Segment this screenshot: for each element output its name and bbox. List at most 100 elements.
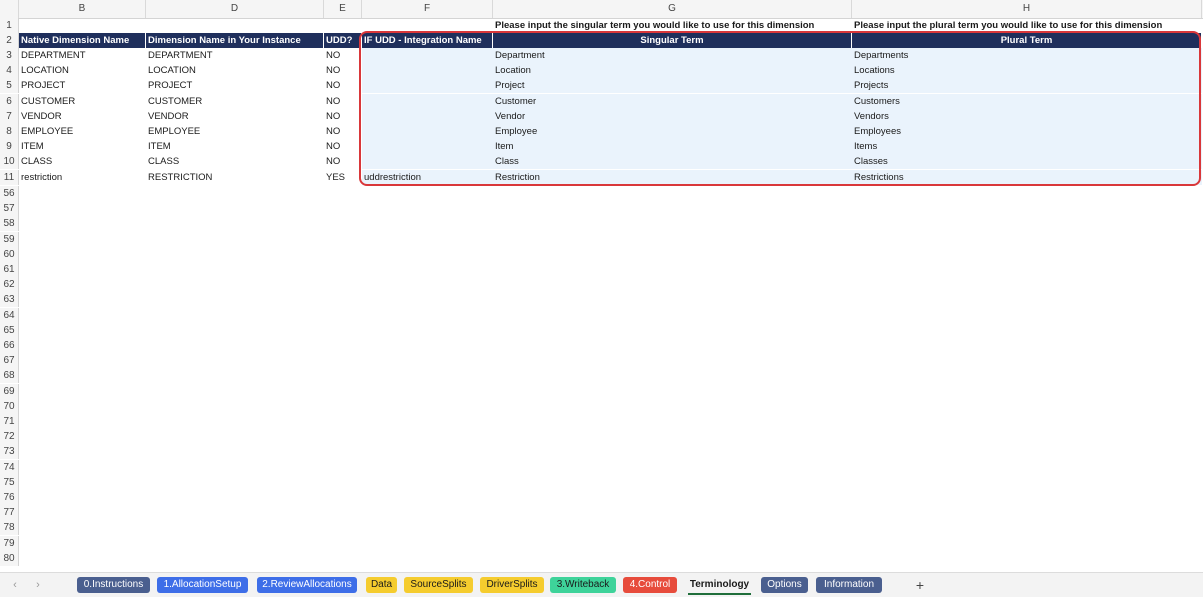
instance-name-cell[interactable]: RESTRICTION <box>146 170 324 185</box>
plural-term-cell[interactable]: Employees <box>852 124 1202 139</box>
sheet-tab[interactable]: 0.Instructions <box>77 577 150 593</box>
udd-cell[interactable]: NO <box>324 48 362 63</box>
row-number[interactable]: 66 <box>0 338 19 353</box>
instance-name-cell[interactable]: CLASS <box>146 154 324 169</box>
row-number[interactable]: 10 <box>0 154 19 170</box>
plural-term-cell[interactable]: Locations <box>852 63 1202 79</box>
row-number[interactable]: 80 <box>0 550 19 566</box>
column-header-f[interactable]: F <box>362 0 493 18</box>
native-dimension-cell[interactable]: CLASS <box>19 154 146 169</box>
row-number[interactable]: 9 <box>0 139 19 155</box>
row-number[interactable]: 74 <box>0 459 19 475</box>
sheet-tab[interactable]: Data <box>366 577 397 593</box>
add-sheet-icon[interactable]: + <box>913 577 927 593</box>
singular-term-cell[interactable]: Restriction <box>493 169 852 185</box>
sheet-tab[interactable]: 2.ReviewAllocations <box>257 577 357 593</box>
plural-term-cell[interactable]: Restrictions <box>852 169 1202 185</box>
plural-term-cell[interactable]: Customers <box>852 93 1202 109</box>
udd-cell[interactable]: NO <box>324 63 362 78</box>
row-number[interactable]: 69 <box>0 383 19 399</box>
row-number[interactable]: 2 <box>0 33 19 48</box>
cell[interactable] <box>362 18 493 33</box>
singular-term-cell[interactable]: Project <box>493 78 852 94</box>
singular-instruction-cell[interactable]: Please input the singular term you would… <box>493 18 852 33</box>
udd-cell[interactable]: NO <box>324 154 362 169</box>
singular-term-cell[interactable]: Department <box>493 48 852 63</box>
row-number[interactable]: 70 <box>0 398 19 414</box>
singular-term-cell[interactable]: Customer <box>493 93 852 109</box>
row-number[interactable]: 73 <box>0 444 19 460</box>
sheet-tab[interactable]: Options <box>761 577 808 593</box>
row-number[interactable]: 67 <box>0 353 19 369</box>
row-number[interactable]: 62 <box>0 277 19 293</box>
native-dimension-cell[interactable]: ITEM <box>19 139 146 154</box>
udd-cell[interactable]: NO <box>324 78 362 93</box>
row-number[interactable]: 8 <box>0 124 19 139</box>
integration-name-cell[interactable] <box>362 154 493 170</box>
header-udd[interactable]: UDD? <box>324 33 362 48</box>
udd-cell[interactable]: YES <box>324 170 362 185</box>
row-number[interactable]: 64 <box>0 307 19 323</box>
select-all-corner[interactable] <box>0 0 19 18</box>
row-number[interactable]: 58 <box>0 216 19 232</box>
row-number[interactable]: 1 <box>0 18 19 33</box>
plural-instruction-cell[interactable]: Please input the plural term you would l… <box>852 18 1202 33</box>
header-native-dimension[interactable]: Native Dimension Name <box>19 33 146 48</box>
row-number[interactable]: 75 <box>0 474 19 490</box>
column-header-h[interactable]: H <box>852 0 1202 18</box>
row-number[interactable]: 76 <box>0 490 19 505</box>
instance-name-cell[interactable]: DEPARTMENT <box>146 48 324 63</box>
sheet-tab[interactable]: Information <box>816 577 882 593</box>
sheet-tab[interactable]: 4.Control <box>623 577 677 593</box>
row-number[interactable]: 57 <box>0 201 19 217</box>
udd-cell[interactable]: NO <box>324 109 362 124</box>
sheet-tab[interactable]: 1.AllocationSetup <box>157 577 248 593</box>
row-number[interactable]: 7 <box>0 108 19 124</box>
header-integration-name[interactable]: IF UDD - Integration Name <box>362 33 493 48</box>
cell[interactable] <box>146 18 324 33</box>
row-number[interactable]: 56 <box>0 186 19 201</box>
row-number[interactable]: 63 <box>0 292 19 308</box>
row-number[interactable]: 5 <box>0 78 19 94</box>
column-header-b[interactable]: B <box>19 0 146 18</box>
singular-term-cell[interactable]: Location <box>493 63 852 79</box>
native-dimension-cell[interactable]: LOCATION <box>19 63 146 78</box>
row-number[interactable]: 6 <box>0 93 19 109</box>
plural-term-cell[interactable]: Departments <box>852 48 1202 63</box>
instance-name-cell[interactable]: VENDOR <box>146 109 324 124</box>
native-dimension-cell[interactable]: VENDOR <box>19 109 146 124</box>
singular-term-cell[interactable]: Class <box>493 154 852 170</box>
row-number[interactable]: 4 <box>0 63 19 79</box>
instance-name-cell[interactable]: ITEM <box>146 139 324 154</box>
integration-name-cell[interactable] <box>362 139 493 155</box>
plural-term-cell[interactable]: Projects <box>852 78 1202 94</box>
native-dimension-cell[interactable]: EMPLOYEE <box>19 124 146 139</box>
integration-name-cell[interactable] <box>362 48 493 63</box>
header-instance-name[interactable]: Dimension Name in Your Instance <box>146 33 324 48</box>
plural-term-cell[interactable]: Items <box>852 139 1202 155</box>
integration-name-cell[interactable] <box>362 124 493 139</box>
integration-name-cell[interactable]: uddrestriction <box>362 169 493 185</box>
scroll-tabs-left-icon[interactable]: ‹ <box>9 578 21 592</box>
column-header-g[interactable]: G <box>493 0 852 18</box>
instance-name-cell[interactable]: LOCATION <box>146 63 324 78</box>
instance-name-cell[interactable]: CUSTOMER <box>146 94 324 109</box>
udd-cell[interactable]: NO <box>324 94 362 109</box>
integration-name-cell[interactable] <box>362 78 493 94</box>
native-dimension-cell[interactable]: CUSTOMER <box>19 94 146 109</box>
sheet-tab[interactable]: SourceSplits <box>404 577 473 593</box>
column-header-d[interactable]: D <box>146 0 324 18</box>
integration-name-cell[interactable] <box>362 108 493 124</box>
row-number[interactable]: 77 <box>0 505 19 521</box>
singular-term-cell[interactable]: Employee <box>493 124 852 139</box>
udd-cell[interactable]: NO <box>324 124 362 139</box>
spreadsheet-grid[interactable]: B D E F G H 1 Please input the singular … <box>0 0 1203 572</box>
row-number[interactable]: 11 <box>0 169 19 185</box>
sheet-tab[interactable]: Terminology <box>686 577 753 595</box>
row-number[interactable]: 68 <box>0 368 19 384</box>
header-plural-term[interactable]: Plural Term <box>852 33 1202 48</box>
row-number[interactable]: 79 <box>0 535 19 551</box>
singular-term-cell[interactable]: Vendor <box>493 108 852 124</box>
native-dimension-cell[interactable]: DEPARTMENT <box>19 48 146 63</box>
plural-term-cell[interactable]: Classes <box>852 154 1202 170</box>
